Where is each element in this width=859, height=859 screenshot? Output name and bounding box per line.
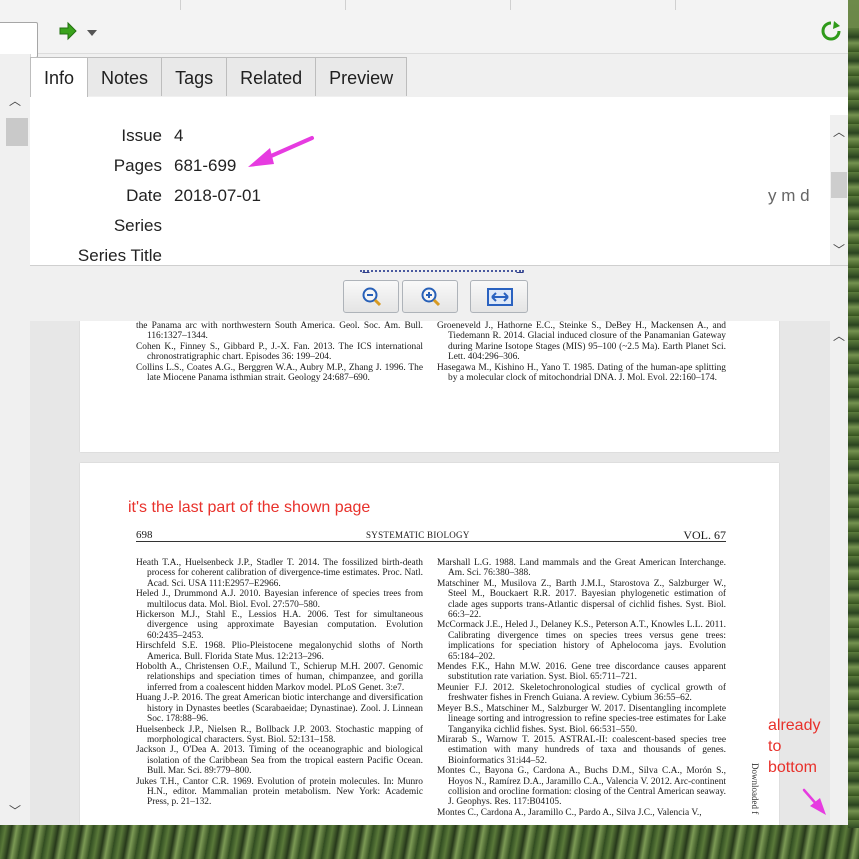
pink-arrow-icon bbox=[802, 788, 826, 815]
annotation-arrows bbox=[248, 136, 826, 815]
pink-arrow-icon bbox=[248, 136, 314, 167]
